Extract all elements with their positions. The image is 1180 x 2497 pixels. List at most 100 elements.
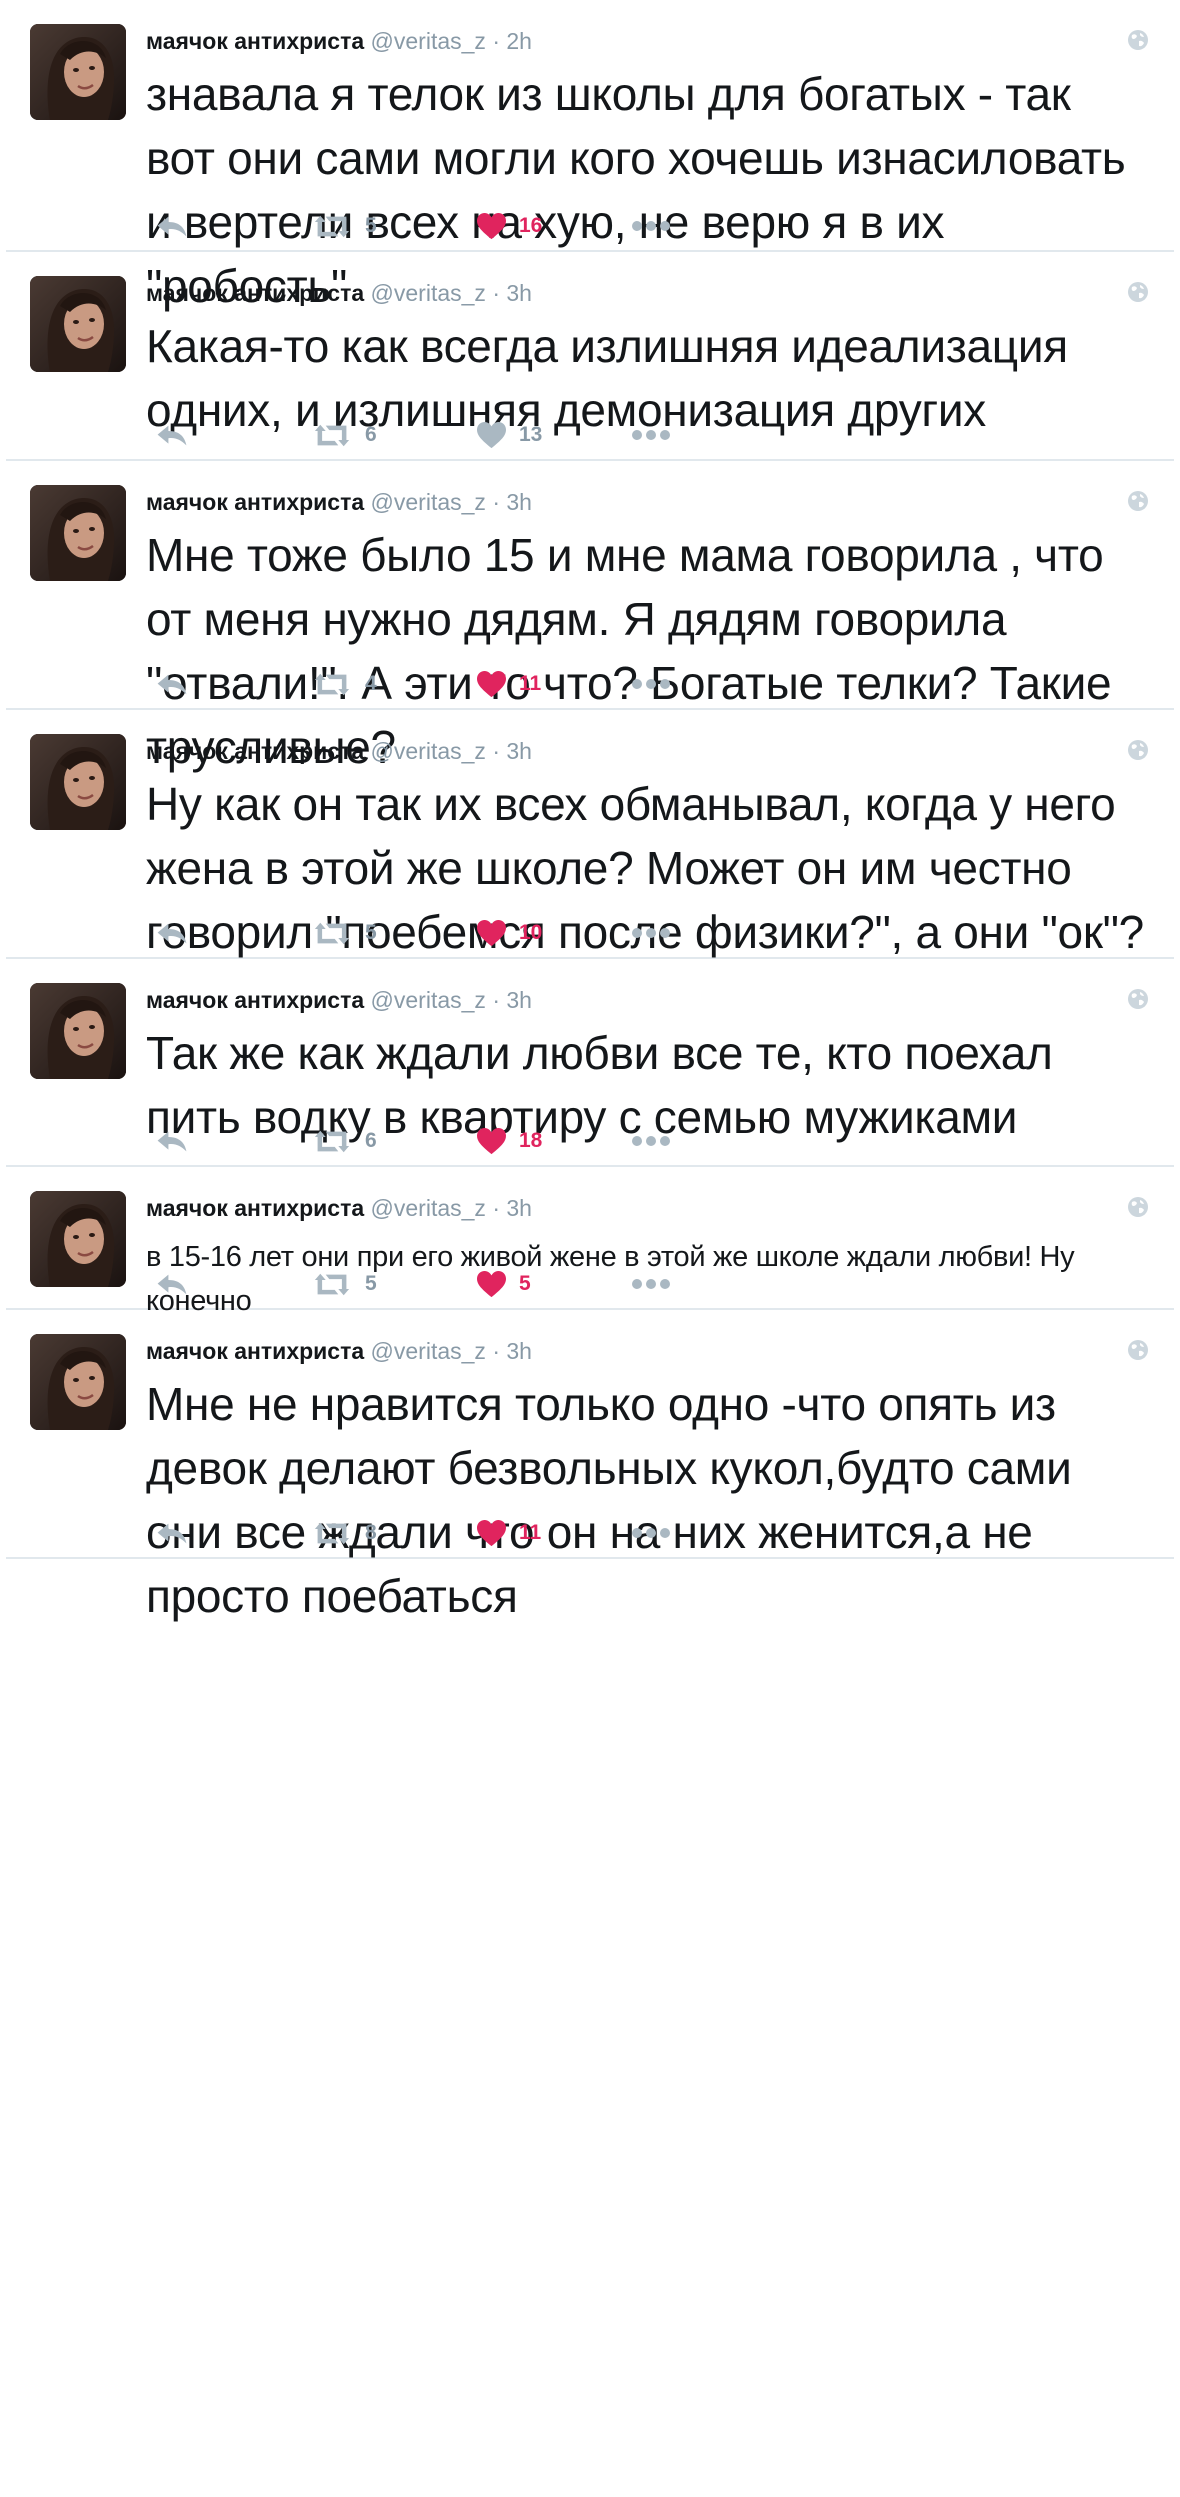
heart-icon (476, 670, 507, 699)
author-name[interactable]: маячок антихриста (146, 280, 364, 306)
reply-button[interactable] (154, 1264, 190, 1304)
more-dots-icon (631, 220, 671, 232)
author-name[interactable]: маячок антихриста (146, 1195, 364, 1221)
reply-button[interactable] (154, 913, 190, 953)
avatar[interactable] (30, 24, 126, 120)
tweet-timestamp[interactable]: 3h (506, 280, 532, 306)
header-separator: · (492, 280, 500, 306)
header-separator: · (492, 1338, 500, 1364)
more-dots-icon (631, 1527, 671, 1539)
tweet-timeline: маячок антихриста @veritas_z · 2h знавал… (0, 0, 1180, 2497)
reply-button[interactable] (154, 1513, 190, 1553)
retweet-count: 5 (365, 1272, 377, 1295)
reply-button[interactable] (154, 664, 190, 704)
like-count: 16 (519, 214, 543, 237)
reply-button[interactable] (154, 415, 190, 455)
like-button[interactable]: 5 (476, 1264, 531, 1304)
globe-icon (1126, 987, 1150, 1011)
retweet-button[interactable]: 8 (311, 1513, 377, 1553)
retweet-icon (311, 422, 353, 449)
tweet-timestamp[interactable]: 3h (506, 489, 532, 515)
like-count: 11 (519, 672, 542, 695)
reply-icon (154, 1520, 190, 1547)
header-separator: · (492, 489, 500, 515)
author-name[interactable]: маячок антихриста (146, 489, 364, 515)
tweet-timestamp[interactable]: 3h (506, 1195, 532, 1221)
retweet-count: 5 (365, 921, 377, 944)
like-button[interactable]: 11 (476, 664, 541, 704)
retweet-count: 8 (365, 1521, 377, 1544)
more-button[interactable] (631, 206, 671, 246)
tweet-header: маячок антихриста @veritas_z · 3h (146, 1193, 1114, 1223)
author-handle[interactable]: @veritas_z (371, 489, 486, 515)
avatar[interactable] (30, 983, 126, 1079)
like-button[interactable]: 11 (476, 1513, 541, 1553)
retweet-icon (311, 920, 353, 947)
globe-icon (1126, 1338, 1150, 1362)
retweet-button[interactable]: 5 (311, 913, 377, 953)
retweet-button[interactable]: 6 (311, 1121, 377, 1161)
reply-button[interactable] (154, 1121, 190, 1161)
like-count: 11 (519, 1521, 542, 1544)
author-handle[interactable]: @veritas_z (371, 987, 486, 1013)
retweet-button[interactable]: 5 (311, 206, 377, 246)
like-button[interactable]: 13 (476, 415, 542, 455)
heart-icon (476, 421, 507, 450)
tweet-timestamp[interactable]: 3h (506, 987, 532, 1013)
reply-icon (154, 671, 190, 698)
reply-icon (154, 1271, 190, 1298)
more-button[interactable] (631, 415, 671, 455)
tweet[interactable]: маячок антихриста @veritas_z · 3h Какая-… (6, 252, 1174, 461)
author-name[interactable]: маячок антихриста (146, 987, 364, 1013)
tweet-actions: 5 10 (146, 913, 1174, 953)
tweet-timestamp[interactable]: 3h (506, 1338, 532, 1364)
like-button[interactable]: 10 (476, 913, 542, 953)
avatar[interactable] (30, 1334, 126, 1430)
heart-icon (476, 212, 507, 241)
tweet[interactable]: маячок антихриста @veritas_z · 3h Мне то… (6, 461, 1174, 773)
tweet[interactable]: маячок антихриста @veritas_z · 3h Мне не… (6, 1310, 1174, 1622)
retweet-count: 4 (365, 672, 377, 695)
retweet-button[interactable]: 5 (311, 1264, 377, 1304)
author-handle[interactable]: @veritas_z (371, 1195, 486, 1221)
globe-icon (1126, 280, 1150, 304)
author-handle[interactable]: @veritas_z (371, 1338, 486, 1364)
like-button[interactable]: 18 (476, 1121, 542, 1161)
retweet-icon (311, 1271, 353, 1298)
tweet[interactable]: маячок антихриста @veritas_z · 3h Так же… (6, 959, 1174, 1167)
retweet-button[interactable]: 6 (311, 415, 377, 455)
more-button[interactable] (631, 913, 671, 953)
avatar[interactable] (30, 734, 126, 830)
author-name[interactable]: маячок антихриста (146, 28, 364, 54)
tweet-timestamp[interactable]: 3h (506, 738, 532, 764)
retweet-button[interactable]: 4 (311, 664, 377, 704)
avatar[interactable] (30, 485, 126, 581)
tweet[interactable]: маячок антихриста @veritas_z · 3h Ну как… (6, 710, 1174, 959)
globe-icon (1126, 738, 1150, 762)
more-dots-icon (631, 678, 671, 690)
author-name[interactable]: маячок антихриста (146, 738, 364, 764)
like-button[interactable]: 16 (476, 206, 542, 246)
more-button[interactable] (631, 664, 671, 704)
header-separator: · (492, 738, 500, 764)
author-handle[interactable]: @veritas_z (371, 280, 486, 306)
author-handle[interactable]: @veritas_z (371, 738, 486, 764)
tweet-header: маячок антихриста @veritas_z · 3h (146, 1336, 1114, 1366)
tweet[interactable]: маячок антихриста @veritas_z · 3h в 15-1… (6, 1167, 1174, 1317)
header-separator: · (492, 1195, 500, 1221)
more-button[interactable] (631, 1513, 671, 1553)
avatar[interactable] (30, 276, 126, 372)
tweet-timestamp[interactable]: 2h (506, 28, 532, 54)
like-count: 13 (519, 423, 543, 446)
tweet[interactable]: маячок антихриста @veritas_z · 2h знавал… (6, 0, 1174, 312)
reply-button[interactable] (154, 206, 190, 246)
author-handle[interactable]: @veritas_z (371, 28, 486, 54)
heart-icon (476, 1127, 507, 1156)
avatar[interactable] (30, 1191, 126, 1287)
author-name[interactable]: маячок антихриста (146, 1338, 364, 1364)
more-button[interactable] (631, 1121, 671, 1161)
more-dots-icon (631, 1278, 671, 1290)
reply-icon (154, 422, 190, 449)
more-button[interactable] (631, 1264, 671, 1304)
like-count: 5 (519, 1272, 531, 1295)
